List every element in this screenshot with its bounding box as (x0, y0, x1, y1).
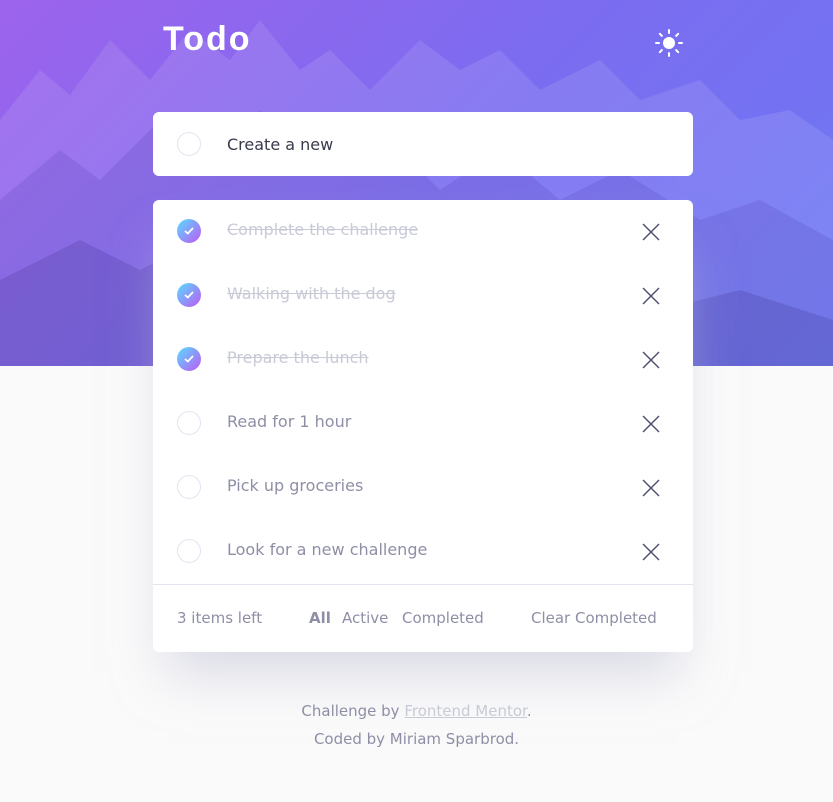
todo-checkbox[interactable] (177, 219, 201, 243)
todo-text: Complete the challenge (227, 220, 419, 239)
check-icon (184, 227, 194, 235)
delete-icon[interactable] (641, 286, 661, 306)
check-icon (184, 355, 194, 363)
create-todo-card (153, 112, 693, 176)
list-divider (153, 584, 693, 585)
items-left-count: 3 items left (177, 609, 263, 627)
todo-item[interactable]: Look for a new challenge (153, 520, 693, 584)
check-icon (184, 291, 194, 299)
clear-completed-button[interactable]: Clear Completed (531, 609, 657, 627)
todo-text: Read for 1 hour (227, 412, 352, 431)
delete-icon[interactable] (641, 222, 661, 242)
delete-icon[interactable] (641, 478, 661, 498)
create-todo-input[interactable] (227, 132, 667, 156)
app-title: Todo (163, 20, 252, 58)
create-todo-checkbox[interactable] (177, 132, 201, 156)
todo-checkbox[interactable] (177, 283, 201, 307)
todo-list: Complete the challenge Walking with the … (153, 200, 693, 652)
todo-text: Pick up groceries (227, 476, 364, 495)
delete-icon[interactable] (641, 414, 661, 434)
todo-item[interactable]: Prepare the lunch (153, 328, 693, 392)
todo-item[interactable]: Complete the challenge (153, 200, 693, 264)
todo-text: Look for a new challenge (227, 540, 428, 559)
attribution-coded-by: Coded by Miriam Sparbrod. (313, 730, 520, 748)
todo-text: Prepare the lunch (227, 348, 369, 367)
todo-text: Walking with the dog (227, 284, 396, 303)
todo-checkbox[interactable] (177, 539, 201, 563)
todo-item[interactable]: Walking with the dog (153, 264, 693, 328)
attribution-challenge: Challenge by Frontend Mentor. (0, 702, 833, 720)
todo-checkbox[interactable] (177, 475, 201, 499)
filter-active-button[interactable]: Active (342, 609, 388, 627)
sun-icon (655, 29, 683, 57)
attribution-suffix: . (526, 702, 532, 720)
delete-icon[interactable] (641, 350, 661, 370)
filter-all-button[interactable]: All (309, 609, 331, 627)
frontend-mentor-link[interactable]: Frontend Mentor (404, 702, 527, 720)
todo-checkbox[interactable] (177, 411, 201, 435)
filter-completed-button[interactable]: Completed (402, 609, 484, 627)
attribution-prefix: Challenge by (301, 702, 405, 720)
todo-checkbox[interactable] (177, 347, 201, 371)
todo-item[interactable]: Pick up groceries (153, 456, 693, 520)
todo-item[interactable]: Read for 1 hour (153, 392, 693, 456)
delete-icon[interactable] (641, 542, 661, 562)
theme-toggle-button[interactable] (654, 28, 684, 58)
